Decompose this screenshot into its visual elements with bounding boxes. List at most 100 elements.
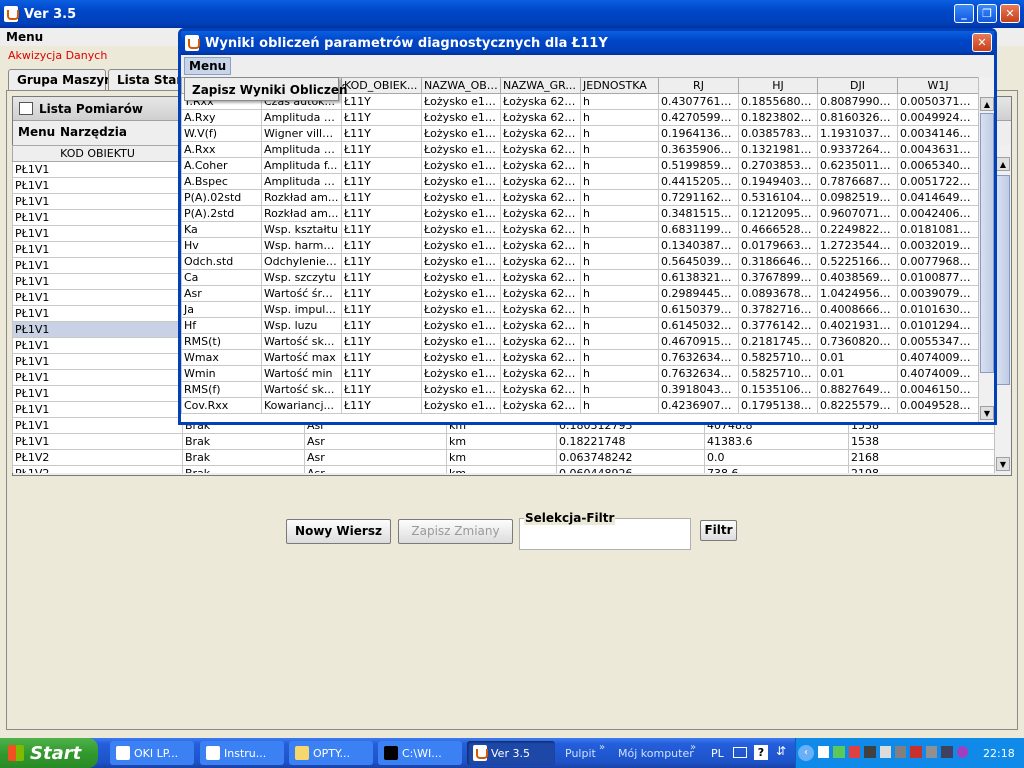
results-cell[interactable]: 0.80879902...	[817, 93, 898, 110]
results-cell[interactable]: Łożyska 6203	[500, 93, 581, 110]
results-cell[interactable]: Łożyska 6203	[500, 349, 581, 366]
results-cell[interactable]: Łożyska 6203	[500, 285, 581, 302]
results-column-header[interactable]: RJ	[658, 77, 739, 94]
results-cell[interactable]: Łożysko e1 ł...	[421, 397, 501, 414]
results-cell[interactable]: 0.12120950...	[738, 205, 818, 222]
tray-icons[interactable]	[818, 746, 969, 760]
minimize-button[interactable]: _	[954, 4, 974, 23]
scroll-down-icon[interactable]: ▼	[980, 406, 994, 420]
table-cell[interactable]: 0.18221748	[556, 433, 705, 450]
results-column-header[interactable]: KOD_OBIEK...	[341, 77, 422, 94]
results-cell[interactable]: Wigner ville ...	[261, 125, 342, 142]
results-cell[interactable]: Rozkład am...	[261, 189, 342, 206]
results-cell[interactable]: Łożysko e1 ł...	[421, 317, 501, 334]
results-cell[interactable]: 0.09825194...	[817, 189, 898, 206]
results-cell[interactable]: Wartość śre...	[261, 285, 342, 302]
table-cell[interactable]: PŁ1V1	[12, 305, 183, 322]
results-cell[interactable]: Łożyska 6203	[500, 301, 581, 318]
results-cell[interactable]: 0.13403874...	[658, 237, 739, 254]
results-cell[interactable]: 0.56450393...	[658, 253, 739, 270]
results-cell[interactable]: 0.00341463...	[897, 125, 978, 142]
table-cell[interactable]: 738.6	[704, 465, 849, 473]
results-cell[interactable]: A.Coher	[181, 157, 262, 174]
results-cell[interactable]: A.Rxy	[181, 109, 262, 126]
results-row[interactable]: Wmin Wartość min Ł11Y Łożysko e1 ł... Łożysk…	[181, 365, 978, 382]
results-cell[interactable]: 0.73608200...	[817, 333, 898, 350]
results-cell[interactable]: Asr	[181, 285, 262, 302]
results-cell[interactable]: Amplituda a...	[261, 141, 342, 158]
results-cell[interactable]: Łożyska 6203	[500, 125, 581, 142]
results-cell[interactable]: 0.31866469...	[738, 253, 818, 270]
maximize-button[interactable]: ❐	[977, 4, 997, 23]
results-cell[interactable]: 0.18238021...	[738, 109, 818, 126]
results-cell[interactable]: h	[580, 125, 659, 142]
results-cell[interactable]: Łożysko e1 ł...	[421, 349, 501, 366]
results-cell[interactable]: 1.04249561...	[817, 285, 898, 302]
results-cell[interactable]: 0.19641361...	[658, 125, 739, 142]
results-cell[interactable]: Ł11Y	[341, 381, 422, 398]
results-cell[interactable]: 0.58257103...	[738, 349, 818, 366]
results-cell[interactable]: P(A).02std	[181, 189, 262, 206]
tools-menu[interactable]: Narzędzia	[60, 125, 127, 139]
results-cell[interactable]: 0.58257103...	[738, 365, 818, 382]
results-cell[interactable]: 0.68311997...	[658, 221, 739, 238]
results-cell[interactable]: Łożysko e1 ł...	[421, 237, 501, 254]
results-cell[interactable]: 0.03857830...	[738, 125, 818, 142]
results-cell[interactable]: A.Bspec	[181, 173, 262, 190]
results-cell[interactable]: Łożysko e1 ł...	[421, 333, 501, 350]
results-cell[interactable]: Ł11Y	[341, 93, 422, 110]
tray-icon[interactable]	[848, 746, 861, 758]
results-cell[interactable]: Ł11Y	[341, 397, 422, 414]
filter-button[interactable]: Filtr	[700, 520, 737, 541]
keyboard-icon[interactable]	[733, 747, 747, 758]
results-cell[interactable]: h	[580, 269, 659, 286]
results-row[interactable]: Hf Wsp. luzu Ł11Y Łożysko e1 ł... Łożyska 62…	[181, 317, 978, 334]
results-cell[interactable]: Łożysko e1 ł...	[421, 157, 501, 174]
filter-input[interactable]	[524, 528, 686, 546]
arrows-icon[interactable]: ⇵	[776, 744, 786, 758]
main-menu[interactable]: Menu	[6, 30, 43, 44]
results-cell[interactable]: Łożyska 6203	[500, 397, 581, 414]
scroll-down-icon[interactable]: ▼	[996, 457, 1010, 471]
results-cell[interactable]: 0.01012948...	[897, 317, 978, 334]
results-row[interactable]: Odch.std Odchylenie ... Ł11Y Łożysko e1 ł..…	[181, 253, 978, 270]
results-cell[interactable]: 0.00320194...	[897, 237, 978, 254]
results-cell[interactable]: Łożyska 6203	[500, 333, 581, 350]
results-cell[interactable]: Wartość max	[261, 349, 342, 366]
results-row[interactable]: Cov.Rxx Kowariancj... Ł11Y Łożysko e1 ł... Ł…	[181, 397, 978, 414]
tray-icon[interactable]	[879, 746, 892, 758]
results-cell[interactable]: Łożysko e1 ł...	[421, 365, 501, 382]
results-cell[interactable]: Łożysko e1 ł...	[421, 109, 501, 126]
results-cell[interactable]: 0.39180434...	[658, 381, 739, 398]
results-cell[interactable]: Wartość sk...	[261, 381, 342, 398]
table-cell[interactable]: km	[446, 465, 557, 473]
table-cell[interactable]: PŁ1V1	[12, 417, 183, 434]
taskbar-item[interactable]: C:\WI...	[378, 741, 462, 765]
results-cell[interactable]: h	[580, 285, 659, 302]
results-menu[interactable]: Menu	[184, 57, 232, 75]
results-cell[interactable]: 0.44152052...	[658, 173, 739, 190]
results-cell[interactable]: Łożysko e1 ł...	[421, 253, 501, 270]
table-cell[interactable]: km	[446, 449, 557, 466]
tray-icon[interactable]	[818, 746, 830, 758]
results-cell[interactable]: 0.40740094...	[897, 365, 978, 382]
taskbar-item[interactable]: OKI LP...	[110, 741, 194, 765]
measurements-menu[interactable]: Menu	[18, 125, 55, 139]
table-cell[interactable]: Asr	[304, 433, 447, 450]
results-cell[interactable]: Ł11Y	[341, 301, 422, 318]
close-button[interactable]: ✕	[1000, 4, 1020, 23]
results-cell[interactable]: h	[580, 221, 659, 238]
taskbar-item[interactable]: OPTY...	[289, 741, 373, 765]
table-cell[interactable]: PŁ1V1	[12, 385, 183, 402]
results-cell[interactable]: Amplituda w...	[261, 173, 342, 190]
results-cell[interactable]: 0.40086665...	[817, 301, 898, 318]
tray-icon[interactable]	[925, 746, 938, 758]
table-cell[interactable]: PŁ1V1	[12, 401, 183, 418]
table-cell[interactable]: Brak	[182, 433, 305, 450]
results-cell[interactable]: 0.43077611...	[658, 93, 739, 110]
results-cell[interactable]: Ł11Y	[341, 125, 422, 142]
tray-icon[interactable]	[864, 746, 876, 758]
results-row[interactable]: A.Rxx Amplituda a... Ł11Y Łożysko e1 ł... Ło…	[181, 141, 978, 158]
table-cell[interactable]: Brak	[182, 449, 305, 466]
results-cell[interactable]: h	[580, 301, 659, 318]
